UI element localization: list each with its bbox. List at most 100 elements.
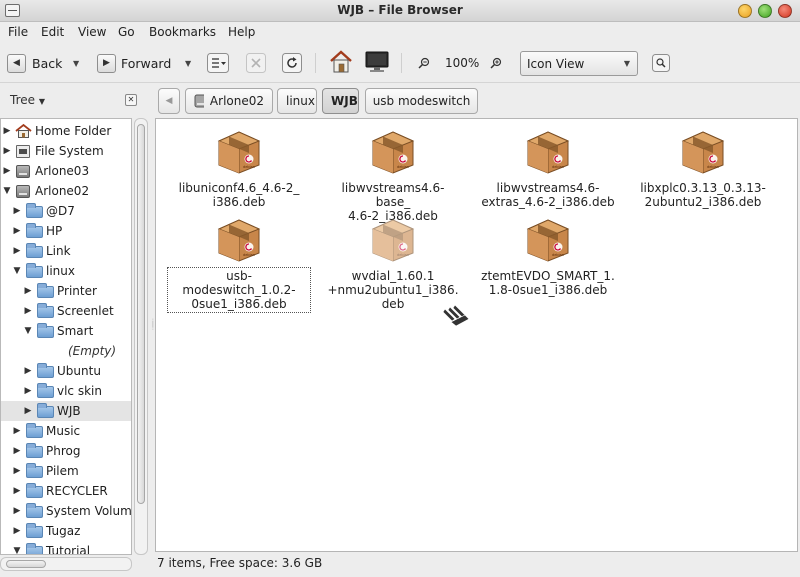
home-button[interactable]	[328, 49, 354, 75]
tree-item-label: File System	[35, 144, 104, 158]
file-item[interactable]: usb-modeswitch_1.0.2- 0sue1_i386.deb	[167, 215, 311, 313]
collapse-arrow-icon[interactable]: ▼	[12, 546, 22, 554]
expand-arrow-icon[interactable]: ▶	[12, 206, 22, 216]
back-button[interactable]: ◀ Back	[7, 52, 62, 74]
tree-item-linux[interactable]: ▼ linux	[1, 261, 131, 281]
location-toggle-button[interactable]	[207, 52, 229, 74]
menu-file[interactable]: File	[8, 25, 28, 39]
forward-button[interactable]: ▶ Forward	[97, 52, 171, 74]
expand-arrow-icon[interactable]: ▶	[2, 126, 12, 136]
expand-arrow-icon[interactable]: ▶	[2, 166, 12, 176]
folder-icon	[26, 423, 43, 438]
tree-item-ubuntu[interactable]: ▶ Ubuntu	[1, 361, 131, 381]
expand-arrow-icon[interactable]: ▶	[2, 146, 12, 156]
path-scroll-left-button[interactable]: ◀	[158, 88, 180, 114]
home-icon	[15, 123, 32, 138]
menu-help[interactable]: Help	[228, 25, 255, 39]
scrollbar-thumb[interactable]	[6, 560, 46, 568]
collapse-arrow-icon[interactable]: ▼	[12, 266, 22, 276]
file-item[interactable]: libxplc0.3.13_0.3.13- 2ubuntu2_i386.deb	[633, 127, 773, 209]
tree-item-file-system[interactable]: ▶ File System	[1, 141, 131, 161]
computer-button[interactable]	[364, 49, 390, 75]
expand-arrow-icon[interactable]: ▶	[23, 366, 33, 376]
tree-item-recycler[interactable]: ▶ RECYCLER	[1, 481, 131, 501]
tree-item-d7[interactable]: ▶ @D7	[1, 201, 131, 221]
drive-icon	[15, 183, 32, 198]
close-window-button[interactable]	[778, 4, 792, 18]
sidebar-mode-selector[interactable]: Tree ▼	[10, 93, 45, 107]
expand-arrow-icon[interactable]: ▶	[12, 426, 22, 436]
tree-item-tugaz[interactable]: ▶ Tugaz	[1, 521, 131, 541]
view-mode-select[interactable]: Icon View ▼	[520, 51, 638, 76]
tree-item-music[interactable]: ▶ Music	[1, 421, 131, 441]
breadcrumb-arlone02[interactable]: Arlone02	[185, 88, 273, 114]
expand-arrow-icon[interactable]: ▶	[23, 386, 33, 396]
reload-button[interactable]	[281, 52, 303, 74]
tree-item-link[interactable]: ▶ Link	[1, 241, 131, 261]
sidebar-vertical-scrollbar[interactable]	[134, 118, 148, 555]
expand-arrow-icon[interactable]: ▶	[12, 446, 22, 456]
tree-item-system-volume[interactable]: ▶ System Volume	[1, 501, 131, 521]
file-item[interactable]: wvdial_1.60.1 +nmu2ubuntu1_i386. deb	[323, 215, 463, 311]
tree-item-pilem[interactable]: ▶ Pilem	[1, 461, 131, 481]
forward-history-dropdown-icon[interactable]: ▼	[185, 59, 191, 68]
expand-arrow-icon[interactable]: ▶	[12, 506, 22, 516]
breadcrumb-wjb[interactable]: WJB	[322, 88, 359, 114]
close-sidebar-button[interactable]: ✕	[125, 94, 137, 106]
tree-item-vlc-skin[interactable]: ▶ vlc skin	[1, 381, 131, 401]
tree-item-hp[interactable]: ▶ HP	[1, 221, 131, 241]
expand-arrow-icon[interactable]: ▶	[23, 306, 33, 316]
menu-go[interactable]: Go	[118, 25, 135, 39]
title-bar[interactable]: WJB – File Browser	[0, 0, 800, 22]
zoom-out-button[interactable]	[413, 52, 435, 74]
zoom-in-button[interactable]	[485, 52, 507, 74]
breadcrumb-label: WJB	[331, 94, 358, 108]
file-item[interactable]: libwvstreams4.6-base_ 4.6-2_i386.deb	[323, 127, 463, 223]
tree-item-arlone02[interactable]: ▼ Arlone02	[1, 181, 131, 201]
sidebar-horizontal-scrollbar[interactable]	[0, 557, 132, 571]
collapse-arrow-icon[interactable]: ▼	[23, 326, 33, 336]
debian-package-icon	[527, 131, 569, 174]
tree-item-screenlet[interactable]: ▶ Screenlet	[1, 301, 131, 321]
expand-arrow-icon[interactable]: ▶	[12, 246, 22, 256]
expand-arrow-icon[interactable]: ▶	[12, 486, 22, 496]
search-button[interactable]	[650, 52, 672, 74]
back-history-dropdown-icon[interactable]: ▼	[73, 59, 79, 68]
file-view[interactable]: libuniconf4.6_4.6-2_ i386.deb libwvstream…	[155, 118, 798, 552]
tree-item-smart[interactable]: ▼ Smart	[1, 321, 131, 341]
pane-resize-handle[interactable]: ⋮ ⋮ ⋮	[150, 319, 156, 334]
folder-tree[interactable]: ▶ Home Folder ▶ File System ▶ Arlone03 ▼…	[0, 118, 132, 555]
file-item[interactable]: libwvstreams4.6- extras_4.6-2_i386.deb	[478, 127, 618, 209]
toolbar: ◀ Back ▼ ▶ Forward ▼ 100% Icon View ▼	[0, 43, 800, 83]
file-item[interactable]: ztemtEVDO_SMART_1. 1.8-0sue1_i386.deb	[478, 215, 618, 297]
tree-item-home-folder[interactable]: ▶ Home Folder	[1, 121, 131, 141]
breadcrumb-linux[interactable]: linux	[277, 88, 317, 114]
expand-arrow-icon[interactable]: ▶	[23, 406, 33, 416]
folder-icon	[26, 483, 43, 498]
tree-item-printer[interactable]: ▶ Printer	[1, 281, 131, 301]
folder-icon	[26, 243, 43, 258]
file-item[interactable]: libuniconf4.6_4.6-2_ i386.deb	[169, 127, 309, 209]
expand-arrow-icon[interactable]: ▶	[12, 526, 22, 536]
zoom-level[interactable]: 100%	[445, 56, 479, 70]
expand-arrow-icon[interactable]: ▶	[23, 286, 33, 296]
maximize-button[interactable]	[758, 4, 772, 18]
menu-bookmarks[interactable]: Bookmarks	[149, 25, 216, 39]
breadcrumb-usb-modeswitch[interactable]: usb modeswitch	[365, 88, 478, 114]
location-icon	[207, 53, 229, 73]
tree-item-empty: (Empty)	[1, 341, 131, 361]
stop-button[interactable]	[245, 52, 267, 74]
expand-arrow-icon[interactable]: ▶	[12, 226, 22, 236]
tree-item-label: linux	[46, 264, 75, 278]
tree-item-wjb[interactable]: ▶ WJB	[1, 401, 131, 421]
tree-item-phrog[interactable]: ▶ Phrog	[1, 441, 131, 461]
tree-item-arlone03[interactable]: ▶ Arlone03	[1, 161, 131, 181]
menu-edit[interactable]: Edit	[41, 25, 64, 39]
tree-item-tutorial[interactable]: ▼ Tutorial	[1, 541, 131, 554]
scrollbar-thumb[interactable]	[137, 124, 145, 504]
menu-view[interactable]: View	[78, 25, 106, 39]
minimize-button[interactable]	[738, 4, 752, 18]
file-name: libxplc0.3.13_0.3.13- 2ubuntu2_i386.deb	[640, 181, 766, 209]
expand-arrow-icon[interactable]: ▶	[12, 466, 22, 476]
collapse-arrow-icon[interactable]: ▼	[2, 186, 12, 196]
